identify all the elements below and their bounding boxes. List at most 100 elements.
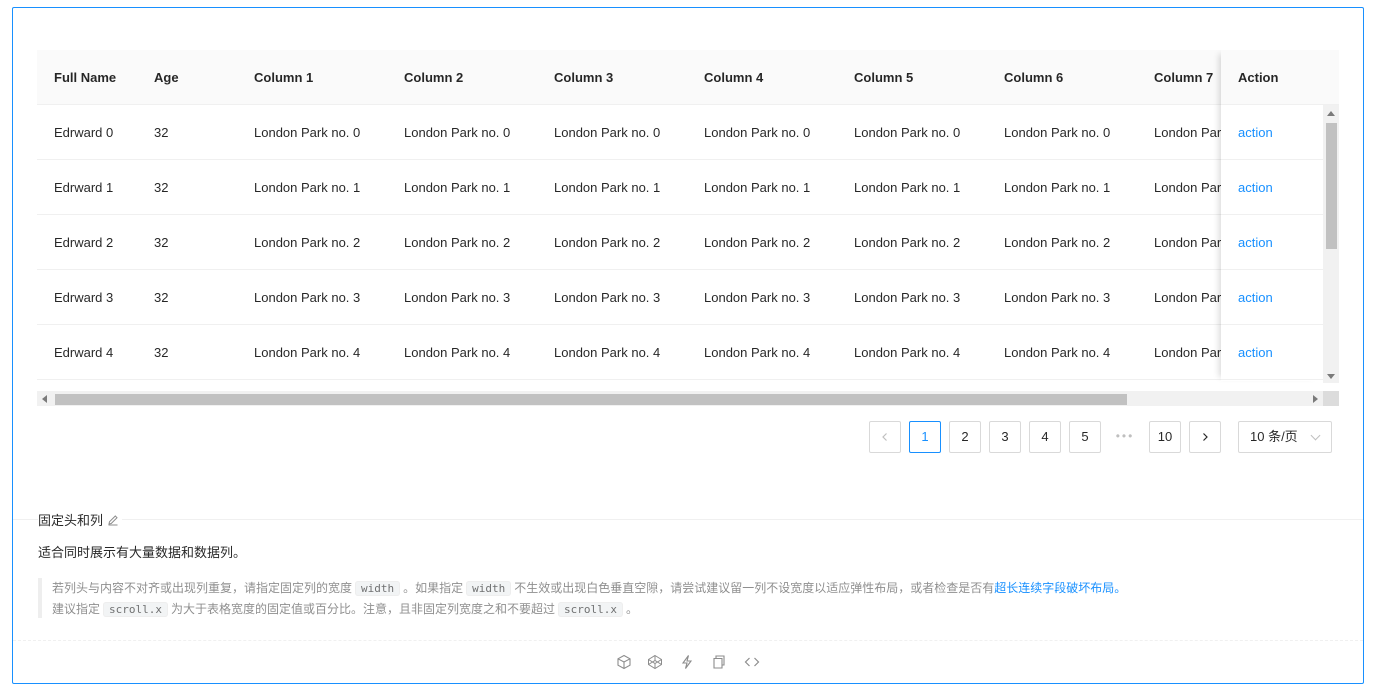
cell-column-1: London Park no. 1 <box>254 180 361 195</box>
cell-column-6: London Park no. 2 <box>1004 235 1111 250</box>
row-action-link[interactable]: action <box>1238 325 1273 380</box>
demo-title: 固定头和列 <box>38 512 123 530</box>
codepen-icon[interactable] <box>647 654 663 670</box>
page-item-5[interactable]: 5 <box>1069 421 1101 453</box>
cell-full-name: Edrward 0 <box>54 125 114 140</box>
prev-page-button[interactable] <box>869 421 901 453</box>
vertical-scroll-thumb[interactable] <box>1326 123 1337 249</box>
horizontal-scrollbar[interactable] <box>37 391 1323 406</box>
table-header: Full Name Age Column 1 Column 2 Column 3… <box>37 50 1339 105</box>
cell-age: 32 <box>154 345 169 360</box>
column-header-action-cell: Action <box>1221 50 1323 105</box>
cell-column-4: London Park no. 4 <box>704 345 811 360</box>
note-line-2: 建议指定 scroll.x 为大于表格宽度的固定值或百分比。注意，且非固定列宽度之和… <box>52 599 1338 620</box>
cell-column-7: London Par <box>1154 125 1222 140</box>
cell-column-2: London Park no. 4 <box>404 345 511 360</box>
chevron-down-icon <box>1310 430 1321 441</box>
cell-column-5: London Park no. 1 <box>854 180 961 195</box>
note-text: 若列头与内容不对齐或出现列重复，请指定固定列的宽度 <box>52 581 353 595</box>
table-row: Edrward 0 32 London Park no. 0 London Pa… <box>37 105 1323 160</box>
cell-age: 32 <box>154 290 169 305</box>
next-page-button[interactable] <box>1189 421 1221 453</box>
cell-column-2: London Park no. 3 <box>404 290 511 305</box>
table-row: Edrward 2 32 London Park no. 2 London Pa… <box>37 215 1323 270</box>
scroll-down-arrow-icon[interactable] <box>1327 374 1335 379</box>
chevron-right-icon <box>1203 433 1208 441</box>
code-icon[interactable] <box>744 654 760 670</box>
column-header-column-5: Column 5 <box>854 70 914 85</box>
cell-age: 32 <box>154 235 169 250</box>
note-text: 为大于表格宽度的固定值或百分比。注意，且非固定列宽度之和不要超过 <box>171 602 556 616</box>
action-cell: action <box>1221 270 1323 325</box>
codesandbox-icon[interactable] <box>616 654 632 670</box>
scroll-up-arrow-icon[interactable] <box>1327 111 1335 116</box>
column-header-column-1: Column 1 <box>254 70 314 85</box>
action-cell: action <box>1221 325 1323 380</box>
scroll-left-arrow-icon[interactable] <box>42 395 47 403</box>
copy-icon[interactable] <box>711 654 727 670</box>
cell-column-4: London Park no. 3 <box>704 290 811 305</box>
data-table: Full Name Age Column 1 Column 2 Column 3… <box>37 50 1339 406</box>
column-header-column-6: Column 6 <box>1004 70 1064 85</box>
note-text: 。如果指定 <box>403 581 464 595</box>
chevron-left-icon <box>882 433 887 441</box>
page-item-1[interactable]: 1 <box>909 421 941 453</box>
cell-column-5: London Park no. 3 <box>854 290 961 305</box>
row-action-link[interactable]: action <box>1238 160 1273 215</box>
page-item-10[interactable]: 10 <box>1149 421 1181 453</box>
note-link[interactable]: 超长连续字段破坏布局。 <box>994 581 1126 595</box>
page-item-2[interactable]: 2 <box>949 421 981 453</box>
page-item-3[interactable]: 3 <box>989 421 1021 453</box>
pagination: 1 2 3 4 5 ••• 10 10 条/页 <box>13 421 1363 453</box>
cell-column-6: London Park no. 4 <box>1004 345 1111 360</box>
cell-column-5: London Park no. 2 <box>854 235 961 250</box>
cell-column-7: London Par <box>1154 235 1222 250</box>
code-scroll-x: scroll.x <box>103 602 168 617</box>
column-header-full-name: Full Name <box>54 70 117 85</box>
cell-column-2: London Park no. 1 <box>404 180 511 195</box>
cell-column-3: London Park no. 2 <box>554 235 661 250</box>
cell-column-5: London Park no. 0 <box>854 125 961 140</box>
cell-column-6: London Park no. 3 <box>1004 290 1111 305</box>
scroll-right-arrow-icon[interactable] <box>1313 395 1318 403</box>
cell-column-3: London Park no. 3 <box>554 290 661 305</box>
page-size-value: 10 条/页 <box>1250 429 1298 444</box>
row-action-link[interactable]: action <box>1238 215 1273 270</box>
code-width: width <box>355 581 401 596</box>
jump-next-ellipsis[interactable]: ••• <box>1109 421 1141 453</box>
table-row: Edrward 1 32 London Park no. 1 London Pa… <box>37 160 1323 215</box>
vertical-scrollbar[interactable] <box>1323 105 1339 383</box>
code-scroll-x: scroll.x <box>558 602 623 617</box>
horizontal-scroll-thumb[interactable] <box>55 394 1127 405</box>
cell-column-6: London Park no. 1 <box>1004 180 1111 195</box>
column-header-column-4: Column 4 <box>704 70 764 85</box>
page-size-select[interactable]: 10 条/页 <box>1238 421 1332 453</box>
scrollbar-corner <box>1323 391 1339 406</box>
demo-title-text: 固定头和列 <box>38 513 104 528</box>
code-width: width <box>466 581 512 596</box>
column-header-column-7: Column 7 <box>1154 70 1214 85</box>
cell-age: 32 <box>154 180 169 195</box>
cell-column-7: London Par <box>1154 345 1222 360</box>
page-item-4[interactable]: 4 <box>1029 421 1061 453</box>
table-body[interactable]: Edrward 0 32 London Park no. 0 London Pa… <box>37 105 1323 380</box>
cell-full-name: Edrward 2 <box>54 235 114 250</box>
column-header-column-2: Column 2 <box>404 70 464 85</box>
cell-column-2: London Park no. 0 <box>404 125 511 140</box>
row-action-link[interactable]: action <box>1238 105 1273 160</box>
note-text: 建议指定 <box>52 602 101 616</box>
row-action-link[interactable]: action <box>1238 270 1273 325</box>
cell-column-3: London Park no. 0 <box>554 125 661 140</box>
cell-column-4: London Park no. 1 <box>704 180 811 195</box>
thunderbolt-icon[interactable] <box>679 654 695 670</box>
cell-column-1: London Park no. 0 <box>254 125 361 140</box>
cell-column-3: London Park no. 4 <box>554 345 661 360</box>
note-text: 。 <box>626 602 639 616</box>
meta-divider <box>13 519 1363 520</box>
column-header-column-3: Column 3 <box>554 70 614 85</box>
table-row: Edrward 3 32 London Park no. 3 London Pa… <box>37 270 1323 325</box>
action-cell: action <box>1221 105 1323 160</box>
edit-icon[interactable] <box>107 514 119 526</box>
cell-age: 32 <box>154 125 169 140</box>
cell-column-4: London Park no. 0 <box>704 125 811 140</box>
